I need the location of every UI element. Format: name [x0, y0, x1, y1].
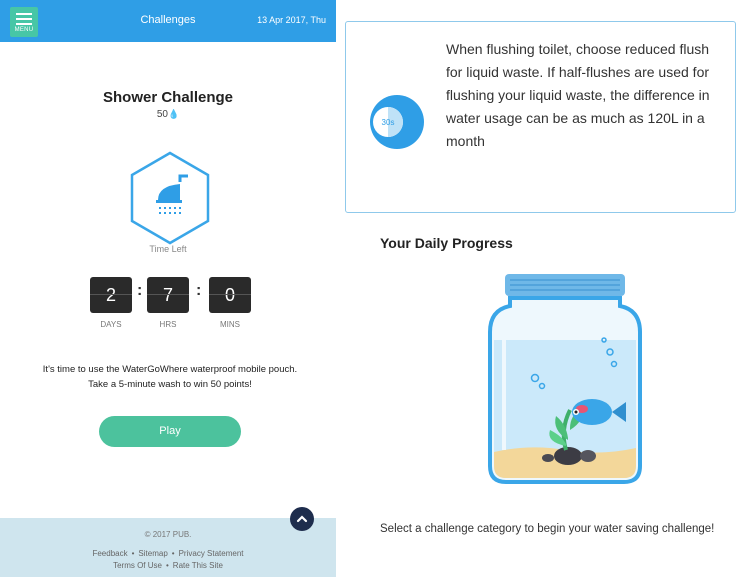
water-drop-icon: 💧	[167, 109, 180, 119]
play-button[interactable]: Play	[99, 416, 241, 447]
points-value: 50	[156, 109, 168, 120]
minutes-value: 0	[224, 285, 235, 305]
top-bar: MENU Challenges 13 Apr 2017, Thu	[0, 0, 336, 42]
scroll-top-button[interactable]	[290, 507, 314, 531]
message-line-1: It's time to use the WaterGoWhere waterp…	[42, 364, 298, 375]
message-line-2: Take a 5-minute wash to win 50 points!	[88, 379, 252, 390]
chevron-up-icon	[296, 515, 308, 523]
bullet-separator: •	[165, 561, 169, 570]
progress-title: Your Daily Progress	[380, 235, 513, 251]
days-label: DAYS	[100, 320, 122, 329]
challenge-title: Shower Challenge	[102, 89, 234, 106]
fish-jar-icon	[488, 274, 642, 484]
timer-badge-icon: 30s	[370, 95, 424, 149]
challenge-points: 50💧	[0, 109, 336, 120]
tip-text: When flushing toilet, choose reduced flu…	[446, 41, 710, 149]
time-left-label: Time Left	[149, 244, 187, 254]
footer-links: Feedback • Sitemap • Privacy Statement Terms…	[0, 548, 336, 572]
challenge-screen: MENU Challenges 13 Apr 2017, Thu Shower …	[0, 0, 336, 577]
footer: © 2017 PUB. Feedback • Sitemap • Privacy Sta…	[0, 518, 336, 577]
bullet-separator: •	[131, 549, 135, 558]
countdown-minutes: 0	[209, 277, 251, 313]
challenge-message: It's time to use the WaterGoWhere waterp…	[20, 362, 320, 392]
sitemap-link[interactable]: Sitemap	[138, 549, 167, 558]
hours-label: HRS	[159, 320, 177, 329]
tile-hinge	[209, 294, 251, 295]
copyright: © 2017 PUB.	[144, 530, 192, 539]
date-label: 13 Apr 2017, Thu	[257, 15, 326, 25]
terms-link[interactable]: Terms Of Use	[113, 561, 162, 570]
progress-instruction: Select a challenge category to begin you…	[380, 523, 715, 535]
menu-label: MENU	[14, 27, 34, 33]
privacy-link[interactable]: Privacy Statement	[179, 549, 244, 558]
hours-value: 7	[162, 285, 173, 305]
tip-card: 30s When flushing toilet, choose reduced…	[345, 21, 736, 213]
countdown-hours: 7	[147, 277, 189, 313]
feedback-link[interactable]: Feedback	[92, 549, 127, 558]
tile-hinge	[147, 294, 189, 295]
colon-separator: :	[137, 282, 143, 299]
countdown-days: 2	[90, 277, 132, 313]
rate-link[interactable]: Rate This Site	[173, 561, 223, 570]
tile-hinge	[90, 294, 132, 295]
days-value: 2	[105, 285, 116, 305]
badge-label: 30s	[382, 118, 395, 127]
minutes-label: MINS	[220, 320, 240, 329]
colon-separator: :	[196, 282, 202, 299]
bullet-separator: •	[171, 549, 175, 558]
shower-icon	[130, 151, 210, 245]
